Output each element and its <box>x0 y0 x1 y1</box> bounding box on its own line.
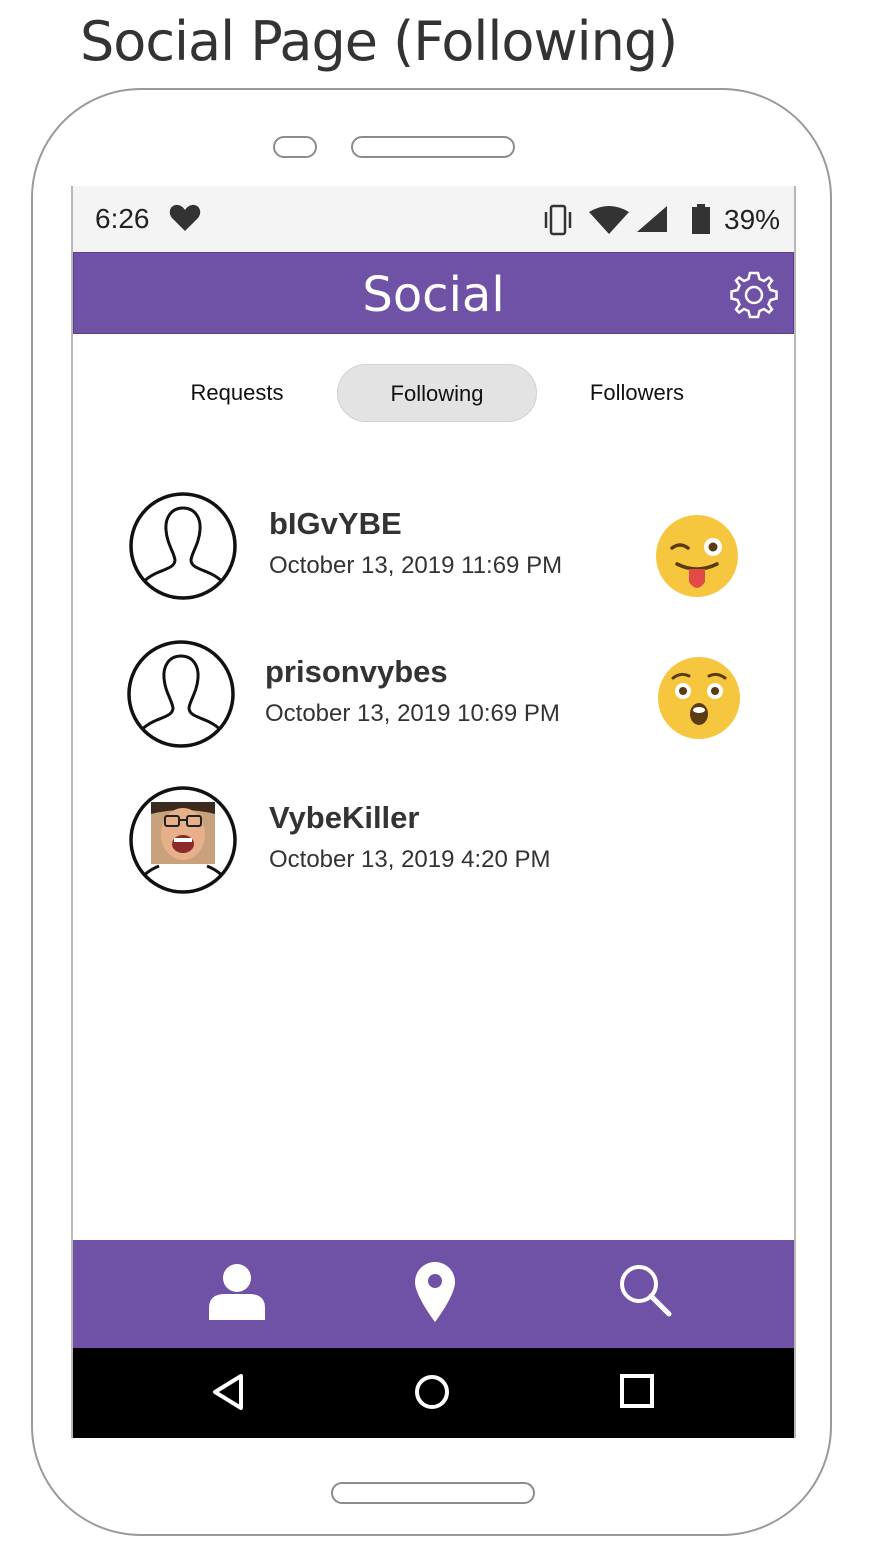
battery-icon <box>691 204 711 239</box>
status-time: 6:26 <box>95 203 150 234</box>
surprised-emoji-icon <box>657 656 741 745</box>
front-camera <box>273 136 317 158</box>
tab-following[interactable]: Following <box>337 364 537 422</box>
tab-followers[interactable]: Followers <box>567 364 707 422</box>
tab-requests[interactable]: Requests <box>167 364 307 422</box>
heart-icon <box>169 204 201 237</box>
hardware-home-slot <box>331 1482 535 1504</box>
winking-tongue-emoji-icon <box>655 514 739 603</box>
status-bar: 6:26 39% <box>73 186 794 252</box>
search-icon[interactable] <box>617 1262 673 1323</box>
default-avatar-icon <box>127 640 235 748</box>
signal-icon <box>637 206 667 237</box>
app-bar: Social <box>73 252 794 334</box>
username: bIGvYBE <box>269 506 402 541</box>
follow-date: October 13, 2019 10:69 PM <box>265 700 560 727</box>
username: prisonvybes <box>265 654 448 689</box>
home-icon[interactable] <box>413 1373 451 1416</box>
battery-percent: 39% <box>724 204 781 235</box>
social-tabs: Requests Following Followers <box>73 364 794 424</box>
back-icon[interactable] <box>211 1373 245 1416</box>
photo-avatar <box>129 786 237 894</box>
location-pin-icon[interactable] <box>415 1262 455 1329</box>
default-avatar-icon <box>129 492 237 600</box>
page-title: Social Page (Following) <box>80 10 678 73</box>
following-row[interactable]: prisonvybes October 13, 2019 10:69 PM <box>73 640 794 750</box>
earpiece-speaker <box>351 136 515 158</box>
gear-icon[interactable] <box>728 269 780 326</box>
vibrate-icon <box>543 204 573 241</box>
recents-icon[interactable] <box>619 1373 655 1414</box>
following-row[interactable]: bIGvYBE October 13, 2019 11:69 PM <box>73 492 794 602</box>
wifi-icon <box>589 206 629 239</box>
bottom-nav <box>73 1240 794 1348</box>
phone-screen: 6:26 39% Social Requests Following Follo… <box>71 186 796 1438</box>
follow-date: October 13, 2019 11:69 PM <box>269 552 563 579</box>
username: VybeKiller <box>269 800 420 835</box>
phone-frame: 6:26 39% Social Requests Following Follo… <box>31 88 832 1536</box>
profile-icon[interactable] <box>207 1262 267 1327</box>
following-row[interactable]: VybeKiller October 13, 2019 4:20 PM <box>73 786 794 896</box>
system-nav-bar <box>73 1348 794 1438</box>
follow-date: October 13, 2019 4:20 PM <box>269 846 551 873</box>
app-bar-title: Social <box>362 267 505 323</box>
